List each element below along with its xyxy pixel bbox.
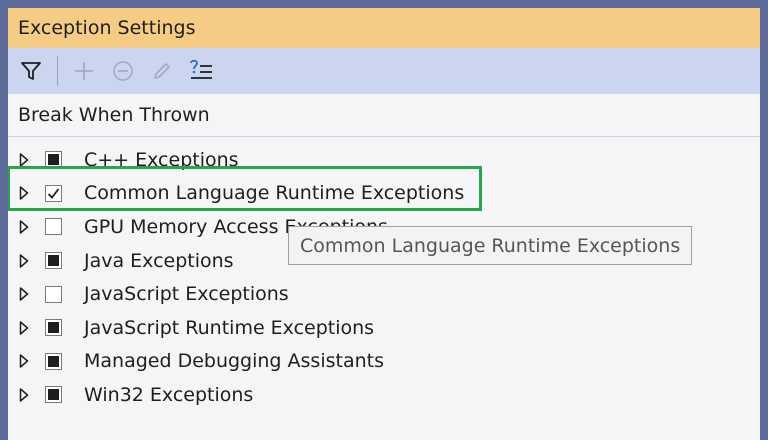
list-item-label: Common Language Runtime Exceptions bbox=[84, 182, 465, 205]
list-item[interactable]: Managed Debugging Assistants bbox=[8, 345, 760, 379]
list-item[interactable]: JavaScript Runtime Exceptions bbox=[8, 311, 760, 345]
expand-arrow-icon[interactable] bbox=[19, 287, 41, 301]
expand-arrow-icon[interactable] bbox=[19, 186, 41, 201]
checkbox-indeterminate[interactable] bbox=[45, 252, 62, 270]
list-item-label: Managed Debugging Assistants bbox=[84, 350, 384, 373]
expand-arrow-icon[interactable] bbox=[19, 253, 41, 268]
window-title: Exception Settings bbox=[8, 8, 760, 48]
checkbox-indeterminate[interactable] bbox=[45, 386, 62, 404]
list-item-label: Java Exceptions bbox=[84, 249, 234, 272]
checkbox-unchecked[interactable] bbox=[45, 218, 62, 236]
filter-icon[interactable] bbox=[18, 58, 44, 84]
checkbox-checked[interactable] bbox=[45, 184, 62, 202]
list-item-label: JavaScript Runtime Exceptions bbox=[84, 316, 375, 339]
list-item[interactable]: JavaScript Exceptions bbox=[8, 277, 760, 311]
checkbox-indeterminate[interactable] bbox=[45, 151, 62, 169]
edit-icon[interactable] bbox=[149, 58, 175, 84]
column-header: Break When Thrown bbox=[8, 94, 760, 137]
exception-list: C++ Exceptions Common Language Runtime E… bbox=[8, 137, 760, 412]
expand-arrow-icon[interactable] bbox=[19, 220, 41, 234]
list-item[interactable]: C++ Exceptions bbox=[8, 143, 760, 177]
expand-arrow-icon[interactable] bbox=[19, 321, 41, 335]
expand-arrow-icon[interactable] bbox=[19, 153, 41, 167]
checkbox-unchecked[interactable] bbox=[45, 285, 62, 303]
list-item-label: C++ Exceptions bbox=[84, 148, 239, 171]
add-icon[interactable] bbox=[71, 58, 97, 84]
list-item-label: Win32 Exceptions bbox=[84, 383, 254, 406]
list-item[interactable]: Win32 Exceptions bbox=[8, 378, 760, 412]
tooltip: Common Language Runtime Exceptions bbox=[288, 226, 693, 265]
list-item-label: JavaScript Exceptions bbox=[84, 283, 289, 306]
restore-defaults-icon[interactable] bbox=[188, 58, 214, 84]
checkbox-indeterminate[interactable] bbox=[45, 319, 62, 337]
exception-settings-window: Exception Settings Break When Thrown C++… bbox=[8, 8, 760, 440]
expand-arrow-icon[interactable] bbox=[19, 388, 41, 402]
toolbar-separator bbox=[57, 56, 58, 86]
checkbox-indeterminate[interactable] bbox=[45, 352, 62, 370]
list-item[interactable]: Common Language Runtime Exceptions bbox=[8, 177, 760, 211]
expand-arrow-icon[interactable] bbox=[19, 354, 41, 369]
toolbar bbox=[8, 48, 760, 94]
remove-icon[interactable] bbox=[110, 58, 136, 84]
